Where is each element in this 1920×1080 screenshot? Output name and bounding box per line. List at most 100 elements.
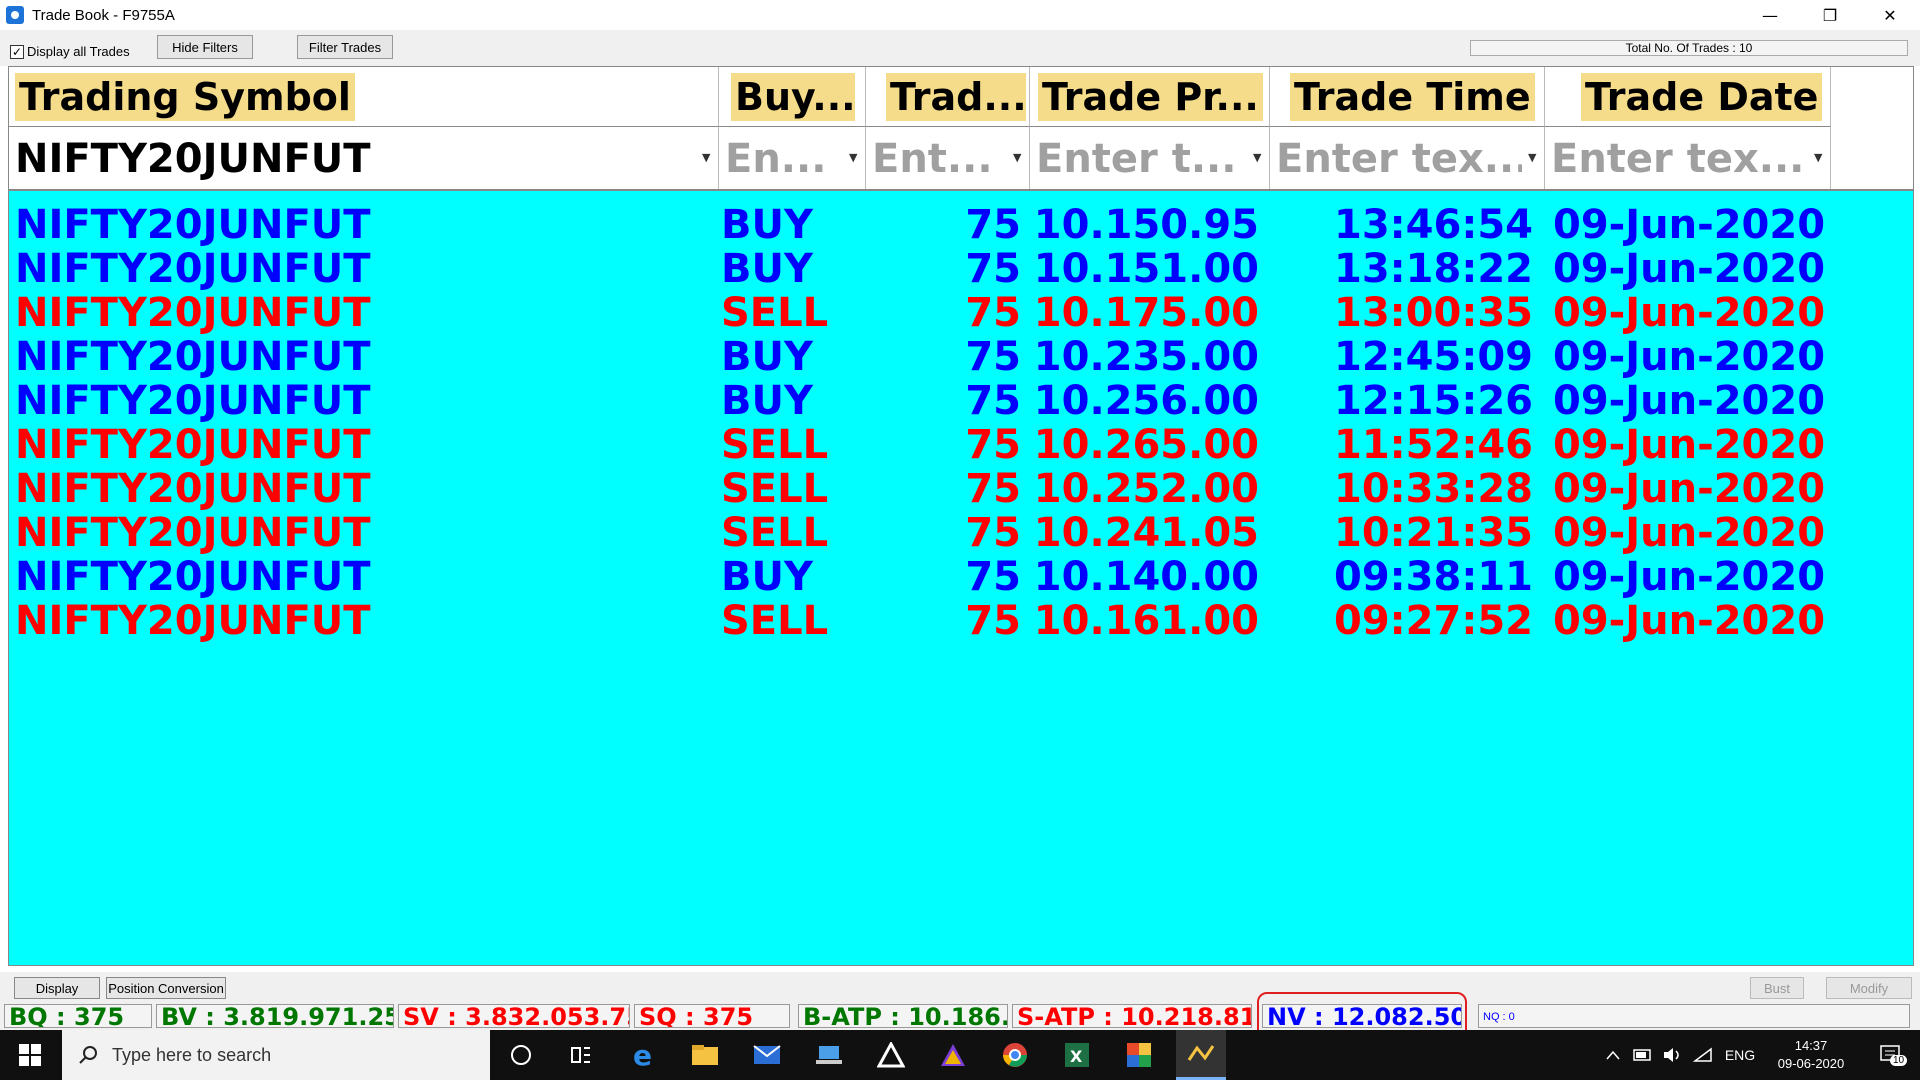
filter-trade-date[interactable]: Enter tex... ▼ bbox=[1545, 127, 1831, 189]
cell-symbol: NIFTY20JUNFUT bbox=[15, 246, 371, 292]
excel-icon[interactable]: X bbox=[1052, 1030, 1102, 1080]
cortana-icon[interactable] bbox=[496, 1030, 546, 1080]
checkbox-check-icon[interactable]: ✓ bbox=[10, 44, 24, 59]
position-conversion-button[interactable]: Position Conversion bbox=[106, 977, 226, 999]
filter-trade-qty[interactable]: Ent... ▼ bbox=[866, 127, 1030, 189]
filter-icon[interactable]: ▼ bbox=[1013, 152, 1023, 163]
close-button[interactable]: ✕ bbox=[1860, 0, 1920, 30]
filter-trades-button[interactable]: Filter Trades bbox=[297, 35, 393, 59]
cell-symbol: NIFTY20JUNFUT bbox=[15, 334, 371, 380]
task-view-icon[interactable] bbox=[556, 1030, 606, 1080]
cell-buy-sell: BUY bbox=[721, 246, 813, 292]
cell-trade-price: 10.241.05 bbox=[1033, 510, 1259, 556]
cell-trade-time: 13:46:54 bbox=[1334, 202, 1533, 248]
trading-app-icon[interactable] bbox=[866, 1030, 916, 1080]
display-button[interactable]: Display bbox=[14, 977, 100, 999]
hide-filters-button[interactable]: Hide Filters bbox=[157, 35, 253, 59]
notification-center-icon[interactable]: 10 bbox=[1866, 1030, 1916, 1080]
trade-rows: NIFTY20JUNFUT BUY 75 10.150.95 13:46:54 09-Ju… bbox=[9, 203, 1913, 643]
filter-icon[interactable]: ▼ bbox=[1528, 152, 1538, 163]
table-row[interactable]: NIFTY20JUNFUT BUY 75 10.256.00 12:15:26 09-Ju… bbox=[9, 379, 1913, 423]
column-header-trade-time[interactable]: Trade Time bbox=[1270, 67, 1545, 127]
cell-trade-date: 09-Jun-2020 bbox=[1553, 246, 1826, 292]
cell-trade-time: 09:27:52 bbox=[1334, 598, 1533, 644]
cell-trade-date: 09-Jun-2020 bbox=[1553, 598, 1826, 644]
filter-icon[interactable]: ▼ bbox=[1253, 152, 1263, 163]
table-row[interactable]: NIFTY20JUNFUT BUY 75 10.140.00 09:38:11 09-Ju… bbox=[9, 555, 1913, 599]
table-row[interactable]: NIFTY20JUNFUT SELL 75 10.161.00 09:27:52 09-J… bbox=[9, 599, 1913, 643]
cell-trade-qty: 75 bbox=[965, 510, 1021, 556]
cell-symbol: NIFTY20JUNFUT bbox=[15, 598, 371, 644]
bottom-toolbar: Display Position Conversion Bust Modify bbox=[0, 972, 1920, 1002]
status-bv: BV : 3.819.971.25 bbox=[156, 1004, 394, 1028]
summary-status-bar: BQ : 375 BV : 3.819.971.25 SV : 3.832.05… bbox=[0, 1002, 1920, 1030]
table-row[interactable]: NIFTY20JUNFUT SELL 75 10.175.00 13:00:35 09-J… bbox=[9, 291, 1913, 335]
status-sq: SQ : 375 bbox=[634, 1004, 790, 1028]
column-header-buy-sell[interactable]: Buy... bbox=[719, 67, 866, 127]
taskbar-search-box[interactable]: Type here to search bbox=[62, 1030, 490, 1080]
status-bq: BQ : 375 bbox=[4, 1004, 152, 1028]
window-title: Trade Book - F9755A bbox=[32, 6, 175, 24]
search-icon bbox=[79, 1046, 97, 1064]
active-app-icon[interactable] bbox=[1176, 1030, 1226, 1080]
trade-book-window: Trade Book - F9755A — ❐ ✕ ✓ Display all … bbox=[0, 0, 1920, 1046]
wifi-icon[interactable] bbox=[1688, 1030, 1718, 1080]
column-header-trade-qty[interactable]: Trad... bbox=[866, 67, 1030, 127]
table-row[interactable]: NIFTY20JUNFUT SELL 75 10.241.05 10:21:35 09-J… bbox=[9, 511, 1913, 555]
battery-icon[interactable] bbox=[1628, 1030, 1658, 1080]
table-row[interactable]: NIFTY20JUNFUT SELL 75 10.265.00 11:52:46 09-J… bbox=[9, 423, 1913, 467]
laptop-app-icon[interactable] bbox=[804, 1030, 854, 1080]
grid-header-row: Trading Symbol Buy... Trad... Trade Pr..… bbox=[9, 67, 1913, 127]
modify-button[interactable]: Modify bbox=[1826, 977, 1912, 999]
chevron-up-icon[interactable] bbox=[1598, 1030, 1628, 1080]
cell-trade-date: 09-Jun-2020 bbox=[1553, 466, 1826, 512]
triangle-app-icon[interactable] bbox=[928, 1030, 978, 1080]
table-row[interactable]: NIFTY20JUNFUT BUY 75 10.235.00 12:45:09 09-Ju… bbox=[9, 335, 1913, 379]
display-all-trades-checkbox[interactable]: ✓ Display all Trades bbox=[10, 44, 130, 59]
clock[interactable]: 14:37 09-06-2020 bbox=[1768, 1030, 1854, 1080]
filter-trade-time[interactable]: Enter tex... ▼ bbox=[1270, 127, 1545, 189]
column-header-trade-date[interactable]: Trade Date bbox=[1545, 67, 1831, 127]
app-icon bbox=[6, 6, 24, 24]
maximize-button[interactable]: ❐ bbox=[1800, 0, 1860, 30]
windows-taskbar: Type here to search e X ENG 14:37 09-06-… bbox=[0, 1030, 1920, 1080]
table-row[interactable]: NIFTY20JUNFUT BUY 75 10.150.95 13:46:54 09-Ju… bbox=[9, 203, 1913, 247]
minimize-button[interactable]: — bbox=[1740, 0, 1800, 30]
cell-buy-sell: BUY bbox=[721, 334, 813, 380]
windows-start-icon[interactable] bbox=[0, 1030, 60, 1080]
cell-trade-qty: 75 bbox=[965, 554, 1021, 600]
trade-grid: Trading Symbol Buy... Trad... Trade Pr..… bbox=[8, 66, 1914, 966]
filter-buy-sell[interactable]: En... ▼ bbox=[719, 127, 866, 189]
chrome-icon[interactable] bbox=[990, 1030, 1040, 1080]
cell-trade-time: 09:38:11 bbox=[1334, 554, 1533, 600]
cell-symbol: NIFTY20JUNFUT bbox=[15, 466, 371, 512]
cell-buy-sell: SELL bbox=[721, 422, 829, 468]
cell-trade-price: 10.265.00 bbox=[1033, 422, 1259, 468]
filter-icon[interactable]: ▼ bbox=[849, 152, 859, 163]
cell-trade-qty: 75 bbox=[965, 378, 1021, 424]
mail-icon[interactable] bbox=[742, 1030, 792, 1080]
table-row[interactable]: NIFTY20JUNFUT SELL 75 10.252.00 10:33:28 09-J… bbox=[9, 467, 1913, 511]
filter-icon[interactable]: ▼ bbox=[1814, 152, 1824, 163]
filter-trade-price[interactable]: Enter t... ▼ bbox=[1030, 127, 1270, 189]
svg-text:X: X bbox=[1070, 1047, 1083, 1066]
cell-buy-sell: SELL bbox=[721, 290, 829, 336]
status-s-atp: S-ATP : 10.218.81 bbox=[1012, 1004, 1252, 1028]
cell-symbol: NIFTY20JUNFUT bbox=[15, 378, 371, 424]
bust-button[interactable]: Bust bbox=[1750, 977, 1804, 999]
cell-trade-time: 10:33:28 bbox=[1334, 466, 1533, 512]
column-header-trade-price[interactable]: Trade Pr... bbox=[1030, 67, 1270, 127]
colorful-app-icon[interactable] bbox=[1114, 1030, 1164, 1080]
edge-icon[interactable]: e bbox=[618, 1030, 668, 1080]
table-row[interactable]: NIFTY20JUNFUT BUY 75 10.151.00 13:18:22 09-Ju… bbox=[9, 247, 1913, 291]
language-indicator[interactable]: ENG bbox=[1718, 1030, 1762, 1080]
volume-icon[interactable] bbox=[1658, 1030, 1688, 1080]
file-explorer-icon[interactable] bbox=[680, 1030, 730, 1080]
cell-trade-time: 10:21:35 bbox=[1334, 510, 1533, 556]
clock-time: 14:37 bbox=[1794, 1038, 1828, 1053]
cell-symbol: NIFTY20JUNFUT bbox=[15, 554, 371, 600]
filter-icon[interactable]: ▼ bbox=[702, 152, 712, 163]
filter-trading-symbol[interactable]: NIFTY20JUNFUT ▼ bbox=[9, 127, 719, 189]
column-header-trading-symbol[interactable]: Trading Symbol bbox=[9, 67, 719, 127]
cell-trade-qty: 75 bbox=[965, 422, 1021, 468]
